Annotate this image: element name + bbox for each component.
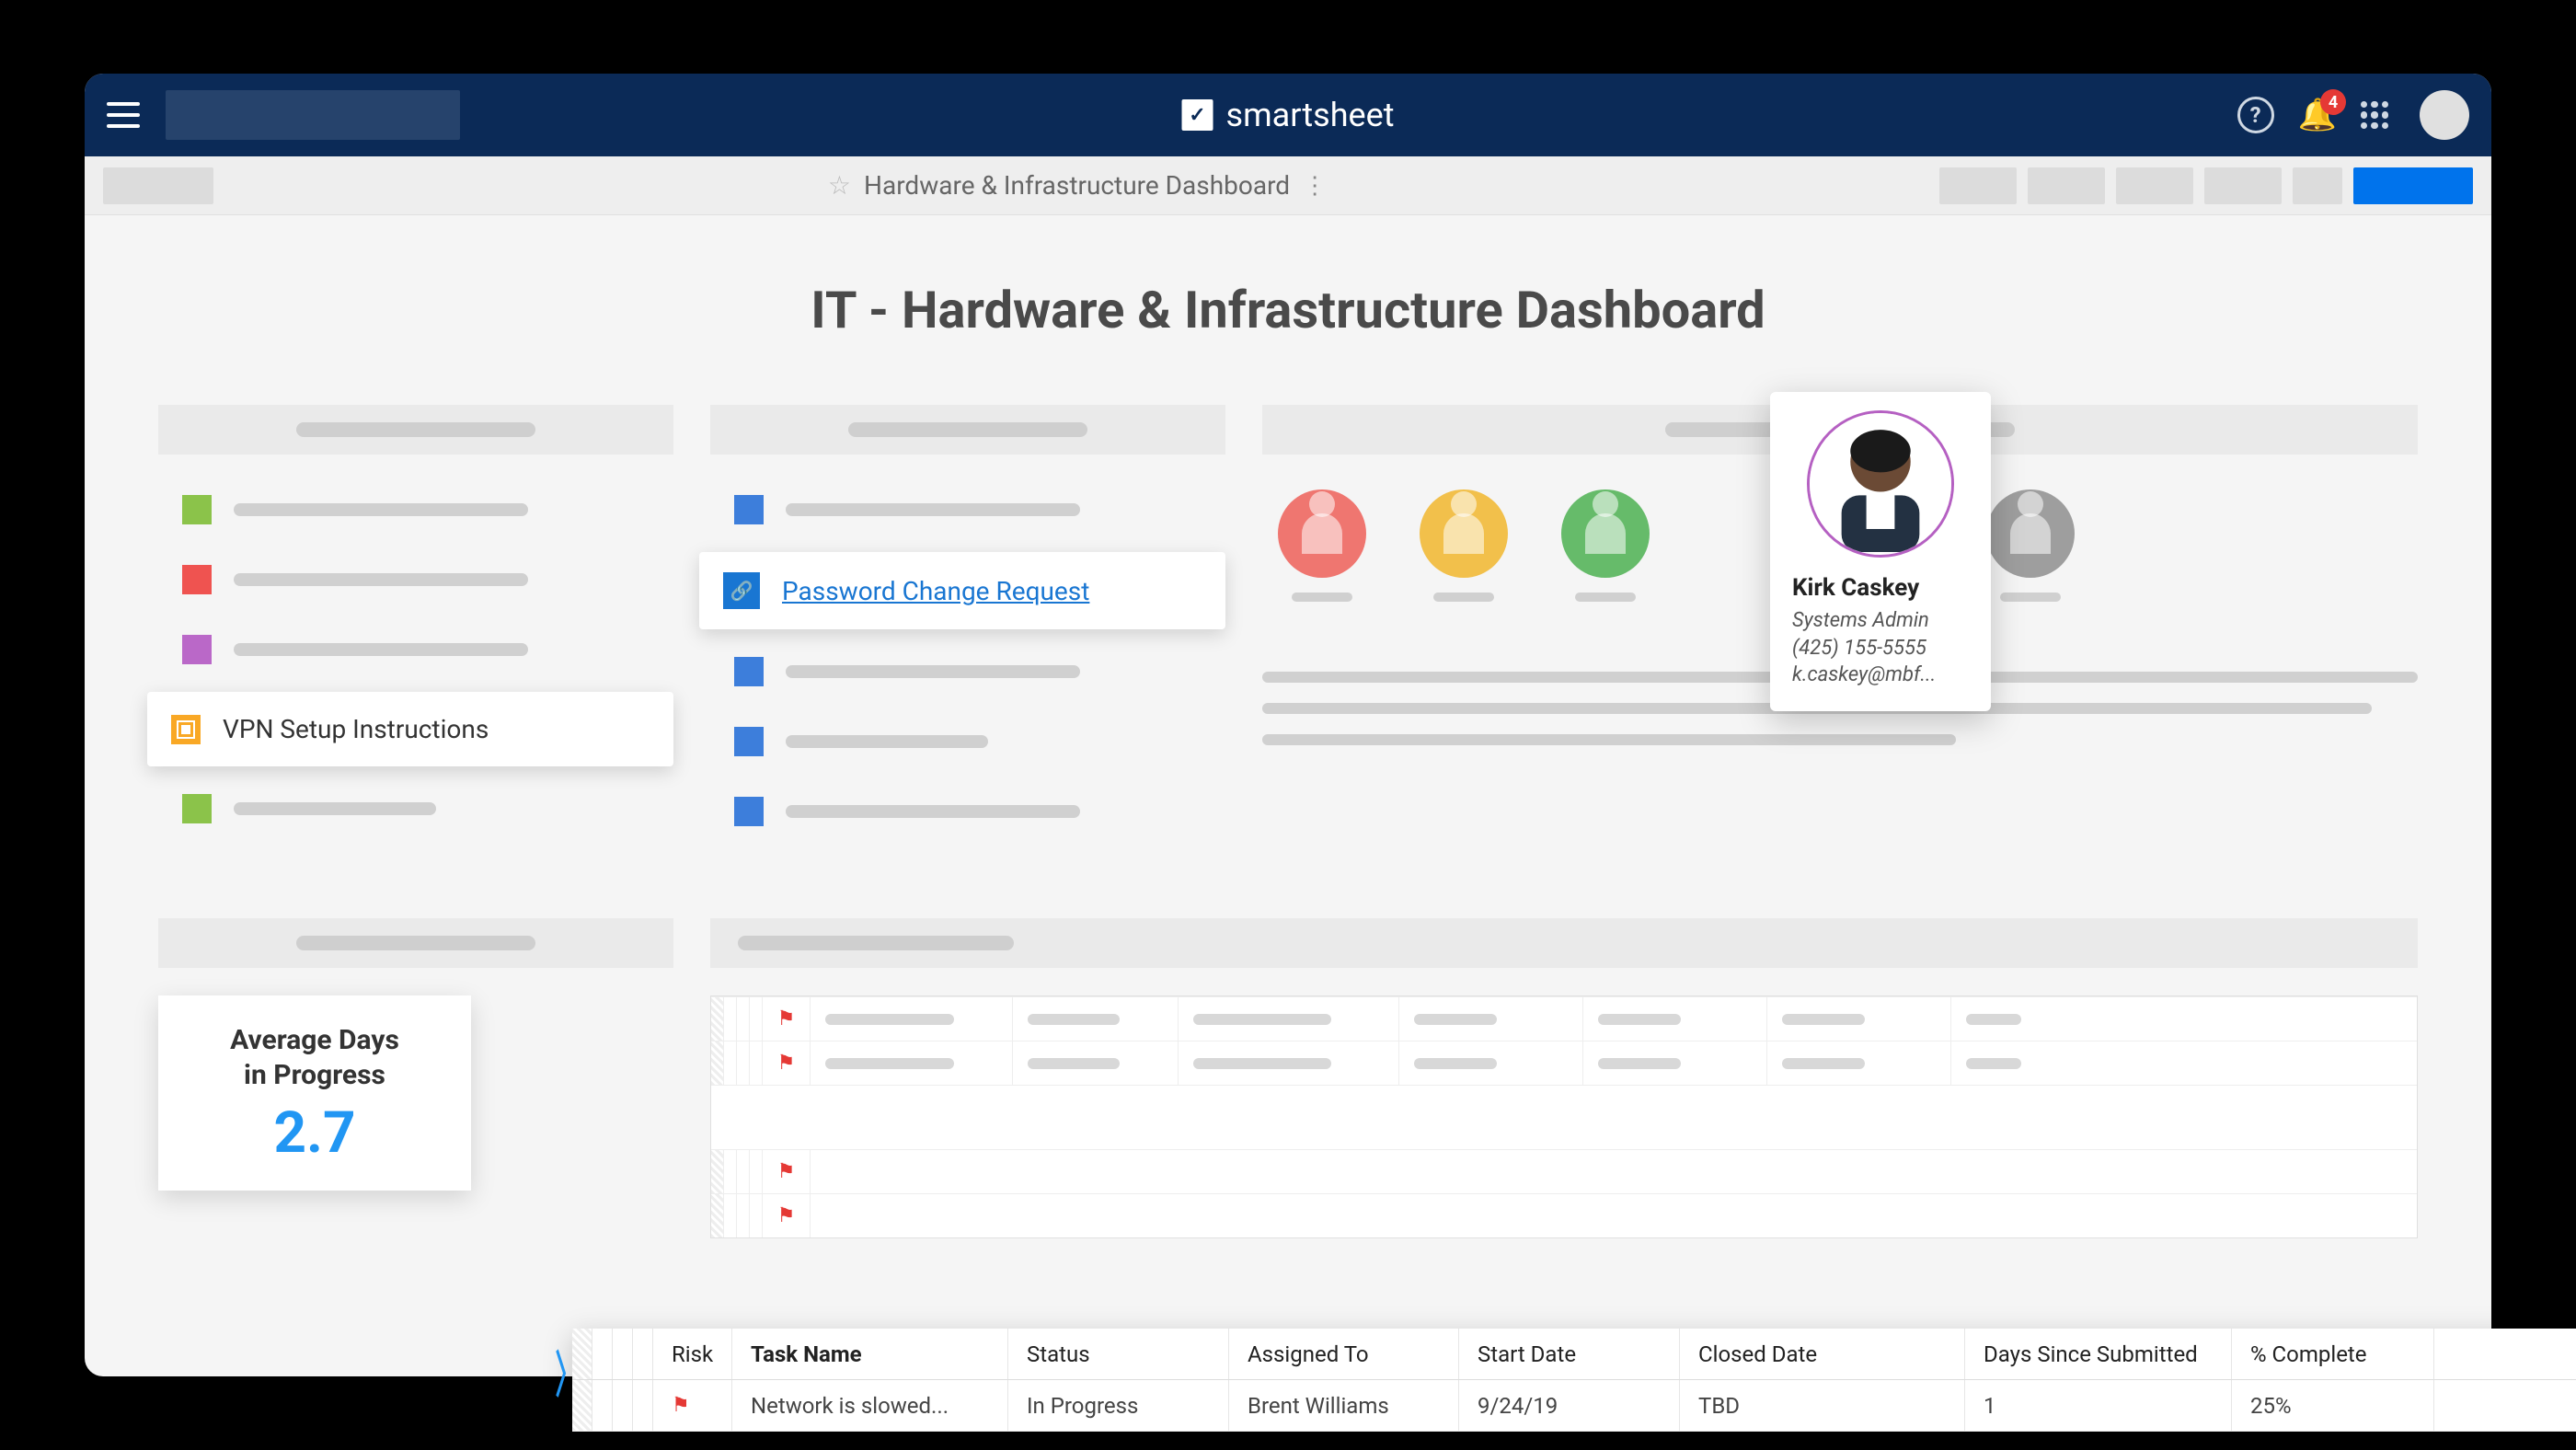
- widget-header: [710, 918, 2418, 968]
- expand-arrow-icon[interactable]: 〉: [556, 1334, 581, 1407]
- list-item[interactable]: [710, 482, 1225, 537]
- vpn-instructions-link[interactable]: VPN Setup Instructions: [147, 692, 673, 766]
- flag-icon: ⚑: [763, 997, 811, 1041]
- link-icon: 🔗: [723, 572, 760, 609]
- password-change-link[interactable]: 🔗 Password Change Request: [699, 552, 1225, 629]
- toolbar-left-placeholder: [103, 167, 213, 204]
- col-task[interactable]: Task Name: [732, 1329, 1008, 1379]
- widget-team: Kirk Caskey Systems Admin (425) 155-5555…: [1262, 405, 2418, 854]
- document-icon: [171, 715, 201, 744]
- team-member[interactable]: [1980, 489, 2081, 626]
- toolbar-button-placeholder[interactable]: [1939, 167, 2017, 204]
- col-pct[interactable]: % Complete: [2232, 1329, 2434, 1379]
- flag-icon: ⚑: [672, 1394, 690, 1417]
- task-grid[interactable]: Risk Task Name Status Assigned To Start …: [572, 1329, 2576, 1432]
- list-item[interactable]: [158, 552, 673, 607]
- notification-badge: 4: [2320, 89, 2346, 115]
- metric-value: 2.7: [191, 1099, 438, 1167]
- primary-action-button[interactable]: [2353, 167, 2473, 204]
- profile-phone: (425) 155-5555: [1792, 635, 1969, 662]
- flag-icon: ⚑: [763, 1041, 811, 1085]
- list-item[interactable]: [710, 784, 1225, 839]
- top-nav: smartsheet ? 🔔 4: [85, 74, 2491, 156]
- toolbar-button-placeholder[interactable]: [2204, 167, 2282, 204]
- brand-text: smartsheet: [1226, 96, 1395, 134]
- user-avatar[interactable]: [2420, 90, 2469, 140]
- menu-icon[interactable]: [107, 102, 140, 128]
- col-start[interactable]: Start Date: [1459, 1329, 1680, 1379]
- toolbar-button-placeholder[interactable]: [2028, 167, 2105, 204]
- list-item[interactable]: [158, 482, 673, 537]
- grid-header-row: Risk Task Name Status Assigned To Start …: [572, 1329, 2576, 1380]
- toolbar: ☆ Hardware & Infrastructure Dashboard ⋮: [85, 156, 2491, 215]
- list-item[interactable]: [158, 622, 673, 677]
- cell-status[interactable]: In Progress: [1008, 1380, 1229, 1431]
- grid-row[interactable]: ⚑ Network is slowed... In Progress Brent…: [572, 1380, 2576, 1432]
- avatar: [1807, 410, 1954, 558]
- cell-task[interactable]: Network is slowed...: [732, 1380, 1008, 1431]
- widget-resources: VPN Setup Instructions: [158, 405, 673, 854]
- flag-icon: ⚑: [763, 1150, 811, 1193]
- toolbar-button-placeholder[interactable]: [2116, 167, 2193, 204]
- flag-icon: ⚑: [763, 1194, 811, 1237]
- col-assigned[interactable]: Assigned To: [1229, 1329, 1459, 1379]
- toolbar-button-placeholder[interactable]: [2293, 167, 2342, 204]
- cell-start[interactable]: 9/24/19: [1459, 1380, 1680, 1431]
- team-member[interactable]: [1413, 489, 1514, 626]
- list-item[interactable]: [710, 644, 1225, 699]
- cell-closed[interactable]: TBD: [1680, 1380, 1965, 1431]
- team-member[interactable]: [1271, 489, 1373, 626]
- cell-pct[interactable]: 25%: [2232, 1380, 2434, 1431]
- list-item[interactable]: [158, 781, 673, 836]
- sheet-preview[interactable]: ⚑ ⚑: [710, 995, 2418, 1238]
- col-closed[interactable]: Closed Date: [1680, 1329, 1965, 1379]
- profile-name: Kirk Caskey: [1792, 574, 1969, 602]
- cell-days[interactable]: 1: [1965, 1380, 2232, 1431]
- cell-assigned[interactable]: Brent Williams: [1229, 1380, 1459, 1431]
- document-title[interactable]: Hardware & Infrastructure Dashboard: [864, 170, 1290, 201]
- metric-card: Average Daysin Progress 2.7: [158, 995, 471, 1191]
- widget-header: [158, 405, 673, 455]
- profile-role: Systems Admin: [1792, 607, 1969, 635]
- profile-popover: Kirk Caskey Systems Admin (425) 155-5555…: [1770, 392, 1991, 711]
- notifications-button[interactable]: 🔔 4: [2298, 97, 2337, 133]
- check-icon: [1182, 99, 1213, 131]
- col-status[interactable]: Status: [1008, 1329, 1229, 1379]
- apps-icon[interactable]: [2361, 101, 2388, 129]
- list-item[interactable]: [710, 714, 1225, 769]
- page-title: IT - Hardware & Infrastructure Dashboard: [158, 280, 2418, 340]
- brand-logo: smartsheet: [1182, 96, 1395, 134]
- widget-header: [710, 405, 1225, 455]
- star-icon[interactable]: ☆: [828, 170, 851, 201]
- search-input[interactable]: [166, 90, 460, 140]
- widget-header: [158, 918, 673, 968]
- widget-quick-links: 🔗 Password Change Request: [710, 405, 1225, 854]
- help-icon[interactable]: ?: [2237, 97, 2274, 133]
- link-label: Password Change Request: [782, 576, 1089, 606]
- link-label: VPN Setup Instructions: [223, 714, 489, 744]
- more-icon[interactable]: ⋮: [1303, 172, 1325, 200]
- col-risk[interactable]: Risk: [653, 1329, 732, 1379]
- metric-label: Average Daysin Progress: [191, 1023, 438, 1092]
- team-member[interactable]: [1555, 489, 1656, 626]
- col-days[interactable]: Days Since Submitted: [1965, 1329, 2232, 1379]
- profile-email: k.caskey@mbf...: [1792, 662, 1969, 689]
